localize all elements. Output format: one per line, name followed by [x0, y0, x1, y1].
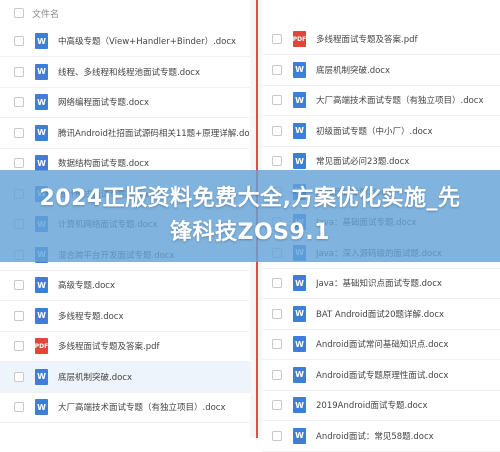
row-checkbox[interactable] [272, 156, 282, 166]
file-row[interactable]: W 初级面试专题（中小厂）.docx [262, 116, 500, 147]
row-checkbox[interactable] [272, 34, 282, 44]
word-doc-icon: W [35, 368, 48, 385]
file-row[interactable]: W 底层机制突破.docx [0, 361, 250, 393]
word-doc-icon: W [35, 399, 48, 415]
word-doc-icon: W [35, 94, 48, 110]
word-doc-icon: W [293, 92, 306, 108]
row-checkbox[interactable] [272, 125, 282, 136]
file-name[interactable]: 底层机制突破.docx [316, 64, 390, 76]
pdf-file-icon: PDF [293, 31, 306, 47]
select-all-checkbox[interactable] [14, 8, 24, 18]
file-name[interactable]: 初级面试专题（中小厂）.docx [316, 125, 433, 137]
file-name[interactable]: BAT Android面试20题详解.docx [316, 308, 444, 320]
file-name[interactable]: 2019Android面试专题.docx [316, 399, 428, 411]
banner-title: 2024正版资料免费大全,方案优化实施_先锋科技ZOS9.1 [39, 186, 461, 245]
file-name-column-header: 文件名 [32, 10, 60, 20]
row-checkbox[interactable] [14, 97, 24, 107]
file-name[interactable]: 多线程面试专题及答案.pdf [316, 33, 418, 45]
word-doc-icon: W [293, 122, 306, 139]
file-name[interactable]: 常见面试必问23题.docx [316, 155, 409, 167]
row-checkbox[interactable] [272, 430, 282, 441]
file-name[interactable]: Java：基础知识点面试专题.docx [316, 277, 442, 289]
word-doc-icon: W [35, 307, 48, 324]
row-checkbox[interactable] [14, 402, 24, 412]
row-checkbox[interactable] [14, 280, 24, 290]
word-doc-icon: W [35, 124, 48, 141]
word-doc-icon: W [293, 61, 306, 78]
file-name[interactable]: 底层机制突破.docx [58, 371, 132, 383]
file-row[interactable]: W Android面试：常见58题.docx [262, 421, 500, 452]
word-doc-icon: W [293, 397, 306, 413]
file-row[interactable]: W 网络编程面试专题.docx [0, 87, 250, 118]
word-doc-icon: W [35, 33, 48, 49]
file-row[interactable]: PDF 多线程面试专题及答案.pdf [262, 24, 500, 55]
file-row[interactable]: W 底层机制突破.docx [262, 55, 500, 86]
row-checkbox[interactable] [272, 95, 282, 105]
row-checkbox[interactable] [14, 341, 24, 351]
row-checkbox[interactable] [14, 36, 24, 46]
file-row[interactable]: W 高级专题.docx [0, 270, 250, 301]
word-doc-icon: W [293, 275, 306, 291]
row-checkbox[interactable] [14, 158, 24, 168]
file-name[interactable]: Android面试：常见58题.docx [316, 430, 434, 442]
file-row[interactable]: W 大厂高端技术面试专题（有独立项目）.docx [0, 392, 250, 423]
file-name[interactable]: 大厂高端技术面试专题（有独立项目）.docx [58, 401, 226, 413]
file-row[interactable]: PDF 多线程面试专题及答案.pdf [0, 331, 250, 362]
row-checkbox[interactable] [14, 371, 24, 382]
file-name[interactable]: 网络编程面试专题.docx [58, 96, 149, 108]
word-doc-icon: W [293, 153, 306, 169]
file-row[interactable]: W 线程、多线程和线程池面试专题.docx [0, 57, 250, 88]
file-name[interactable]: Android面试专题原理性面试.docx [316, 369, 448, 381]
file-name[interactable]: 大厂高端技术面试专题（有独立项目）.docx [316, 94, 484, 106]
file-row[interactable]: W BAT Android面试20题详解.docx [262, 299, 500, 330]
word-doc-icon: W [293, 427, 306, 444]
file-name[interactable]: 高级专题.docx [58, 279, 115, 291]
file-name[interactable]: 中高级专题（View+Handler+Binder）.docx [58, 35, 236, 47]
file-row[interactable]: W Android面试常问基础知识点.docx [262, 329, 500, 360]
word-doc-icon: W [35, 155, 48, 171]
file-row[interactable]: W Android面试专题原理性面试.docx [262, 360, 500, 391]
file-name[interactable]: 多线程专题.docx [58, 310, 124, 322]
file-row[interactable]: W Java：基础知识点面试专题.docx [262, 268, 500, 299]
row-checkbox[interactable] [14, 127, 24, 138]
list-header: 文件名 [0, 0, 250, 26]
file-row[interactable]: W 大厂高端技术面试专题（有独立项目）.docx [262, 85, 500, 116]
file-row[interactable]: W 多线程专题.docx [0, 301, 250, 332]
title-banner: 2024正版资料免费大全,方案优化实施_先锋科技ZOS9.1 [0, 170, 500, 262]
word-doc-icon: W [293, 366, 306, 383]
row-checkbox[interactable] [272, 400, 282, 410]
file-row[interactable]: W 腾讯Android社招面试源码相关11题+原理详解.docx [0, 118, 250, 149]
row-checkbox[interactable] [272, 278, 282, 288]
file-name[interactable]: 数据结构面试专题.docx [58, 157, 149, 169]
row-checkbox[interactable] [272, 339, 282, 349]
pdf-file-icon: PDF [35, 338, 48, 354]
file-name[interactable]: Android面试常问基础知识点.docx [316, 338, 448, 350]
file-name[interactable]: 腾讯Android社招面试源码相关11题+原理详解.docx [58, 127, 250, 139]
file-name[interactable]: 线程、多线程和线程池面试专题.docx [58, 66, 200, 78]
row-checkbox[interactable] [272, 308, 282, 319]
word-doc-icon: W [35, 63, 48, 80]
row-checkbox[interactable] [14, 66, 24, 77]
row-checkbox[interactable] [272, 64, 282, 75]
row-checkbox[interactable] [272, 369, 282, 380]
word-doc-icon: W [35, 277, 48, 293]
file-name[interactable]: 多线程面试专题及答案.pdf [58, 340, 160, 352]
file-row[interactable]: W 2019Android面试专题.docx [262, 390, 500, 421]
row-checkbox[interactable] [14, 310, 24, 321]
file-row[interactable]: W 中高级专题（View+Handler+Binder）.docx [0, 26, 250, 57]
word-doc-icon: W [293, 305, 306, 322]
word-doc-icon: W [293, 336, 306, 352]
